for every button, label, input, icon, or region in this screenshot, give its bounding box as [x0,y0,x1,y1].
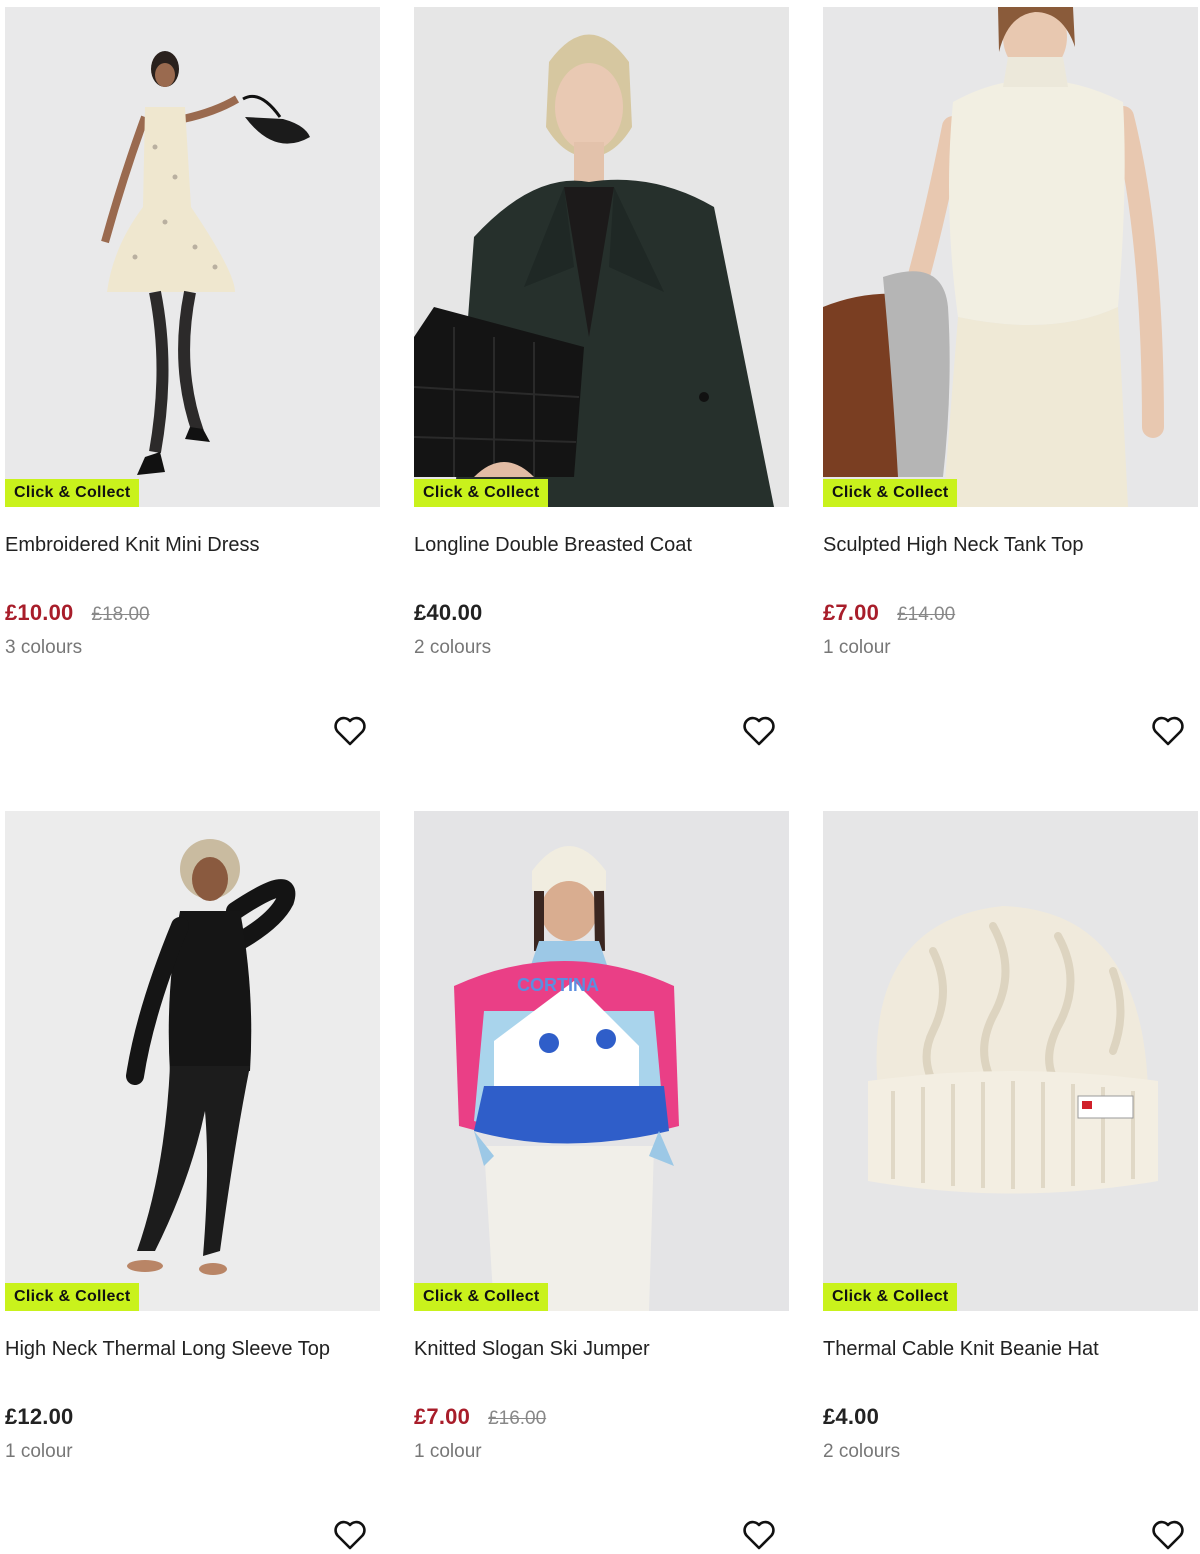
product-card: Click & Collect Embroidered Knit Mini Dr… [5,7,380,767]
click-collect-badge: Click & Collect [5,1283,139,1311]
product-image[interactable]: Click & Collect [5,7,380,507]
heart-outline-icon [334,1520,366,1550]
wishlist-button[interactable] [1150,1517,1186,1553]
price-row: £12.00 [5,1404,380,1430]
was-price: £16.00 [488,1408,547,1429]
wishlist-button[interactable] [741,713,777,749]
product-card: Click & Collect Sculpted High Neck Tank … [823,7,1198,767]
product-photo-beanie [823,811,1198,1311]
click-collect-badge: Click & Collect [414,1283,548,1311]
colour-count: 1 colour [5,1441,73,1462]
click-collect-badge: Click & Collect [5,479,139,507]
price: £12.00 [5,1404,74,1429]
was-price: £18.00 [91,604,150,625]
product-card: Click & Collect Thermal Cable Knit Beani… [823,811,1198,1554]
colour-count: 1 colour [414,1441,482,1462]
product-card: Click & Collect High Neck Thermal Long S… [5,811,380,1554]
product-title[interactable]: Embroidered Knit Mini Dress [5,533,380,557]
product-image[interactable]: CORTINA Click & Collect [414,811,789,1311]
product-title[interactable]: Thermal Cable Knit Beanie Hat [823,1337,1198,1361]
product-photo-coat [414,7,789,507]
product-title[interactable]: Sculpted High Neck Tank Top [823,533,1198,557]
product-card: CORTINA Click & Collect Knitted Slogan S… [414,811,789,1554]
product-photo-ski-jumper: CORTINA [414,811,789,1311]
colour-count: 1 colour [823,637,891,658]
price-row: £7.00 £16.00 [414,1404,789,1430]
wishlist-button[interactable] [741,1517,777,1553]
product-image[interactable]: Click & Collect [823,811,1198,1311]
sale-price: £7.00 [414,1404,471,1429]
jumper-slogan: CORTINA [517,975,599,995]
price-row: £40.00 [414,600,789,626]
was-price: £14.00 [897,604,956,625]
product-grid: Click & Collect Embroidered Knit Mini Dr… [0,0,1200,1554]
colour-count: 2 colours [414,637,492,658]
price-row: £7.00 £14.00 [823,600,1198,626]
heart-outline-icon [743,1520,775,1550]
colour-count: 2 colours [823,1441,901,1462]
price: £4.00 [823,1404,880,1429]
product-image[interactable]: Click & Collect [5,811,380,1311]
product-photo-tank-top [823,7,1198,507]
product-image[interactable]: Click & Collect [823,7,1198,507]
click-collect-badge: Click & Collect [414,479,548,507]
colour-count: 3 colours [5,637,83,658]
click-collect-badge: Click & Collect [823,479,957,507]
sale-price: £10.00 [5,600,74,625]
product-photo-thermal-top [5,811,380,1311]
wishlist-button[interactable] [1150,713,1186,749]
sale-price: £7.00 [823,600,880,625]
heart-outline-icon [1152,716,1184,746]
product-card: Click & Collect Longline Double Breasted… [414,7,789,767]
heart-outline-icon [1152,1520,1184,1550]
product-title[interactable]: High Neck Thermal Long Sleeve Top [5,1337,380,1361]
product-title[interactable]: Knitted Slogan Ski Jumper [414,1337,789,1361]
heart-outline-icon [743,716,775,746]
product-photo-dress [5,7,380,507]
wishlist-button[interactable] [332,1517,368,1553]
click-collect-badge: Click & Collect [823,1283,957,1311]
heart-outline-icon [334,716,366,746]
wishlist-button[interactable] [332,713,368,749]
product-title[interactable]: Longline Double Breasted Coat [414,533,789,557]
product-image[interactable]: Click & Collect [414,7,789,507]
price-row: £4.00 [823,1404,1198,1430]
price-row: £10.00 £18.00 [5,600,380,626]
price: £40.00 [414,600,483,625]
